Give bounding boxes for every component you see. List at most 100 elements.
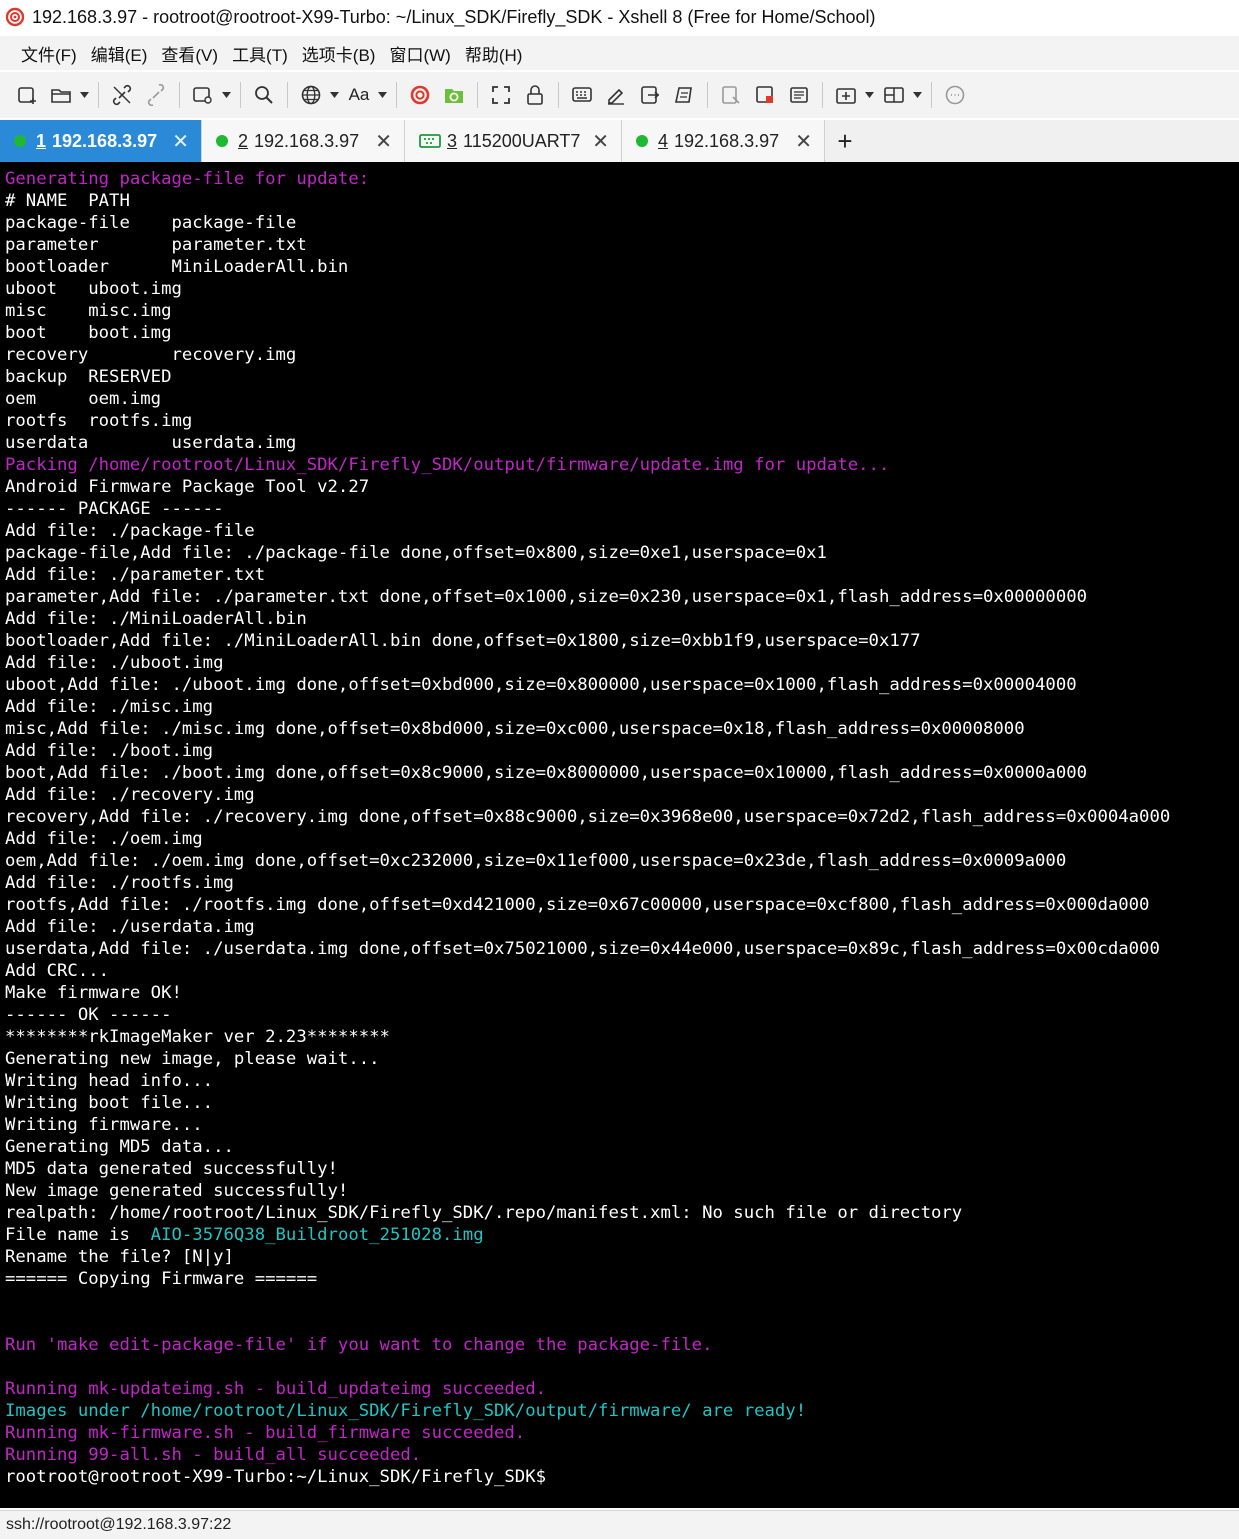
session-tab-4[interactable]: 4 192.168.3.97 ✕ [622,120,825,162]
terminal-text: oem oem.img [5,389,162,409]
tab-number: 1 [36,130,47,151]
terminal-text: rootfs rootfs.img [5,411,193,431]
layout-icon[interactable] [879,80,909,110]
terminal-line: Images under /home/rootroot/Linux_SDK/Fi… [5,1400,806,1422]
terminal-line: Add file: ./boot.img [5,740,213,762]
terminal-line: Packing /home/rootroot/Linux_SDK/Firefly… [5,454,889,476]
terminal-line: Add file: ./rootfs.img [5,872,234,894]
terminal-text: Generating MD5 data... [5,1137,234,1157]
close-icon[interactable]: ✕ [375,129,392,154]
terminal-line: recovery,Add file: ./recovery.img done,o… [5,806,1170,828]
terminal-text: New image generated successfully! [5,1181,349,1201]
menu-tools[interactable]: 工具(T) [225,41,295,66]
transfer-icon[interactable] [669,80,699,110]
terminal-line: ====== Copying Firmware ====== [5,1268,317,1290]
close-icon[interactable]: ✕ [592,129,609,154]
terminal-text: File name is [5,1225,151,1245]
add-tab-icon[interactable] [831,80,861,110]
close-icon[interactable]: ✕ [172,129,189,154]
terminal-text: Writing boot file... [5,1093,214,1113]
terminal-text: Running 99-all.sh - build_all succeeded. [5,1445,422,1465]
terminal-text: backup RESERVED [5,367,172,387]
terminal-line: ------ OK ------ [5,1004,171,1026]
xftp-icon[interactable] [439,80,469,110]
font-icon[interactable]: Aa [344,80,374,110]
screenshot-icon[interactable] [750,80,780,110]
terminal-text: Run 'make edit-package-file' if you want… [5,1335,713,1355]
terminal-line: New image generated successfully! [5,1180,348,1202]
new-tab-button[interactable]: + [825,120,865,162]
chevron-down-icon[interactable] [328,80,340,110]
terminal-text: misc misc.img [5,301,172,321]
terminal-output[interactable]: Generating package-file for update: # NAM… [0,162,1239,1508]
terminal-line: Add file: ./parameter.txt [5,564,265,586]
terminal-text: recovery recovery.img [5,345,297,365]
script-icon[interactable] [635,80,665,110]
chevron-down-icon[interactable] [863,80,875,110]
status-bar: ssh://rootroot@192.168.3.97:22 [0,1510,1239,1539]
terminal-line: recovery recovery.img [5,344,296,366]
chat-icon[interactable] [940,80,970,110]
terminal-text: Images under /home/rootroot/Linux_SDK/Fi… [5,1401,807,1421]
terminal-text: recovery,Add file: ./recovery.img done,o… [5,807,1171,827]
menu-help[interactable]: 帮助(H) [458,41,530,66]
copy-icon[interactable] [784,80,814,110]
keyboard-icon[interactable] [567,80,597,110]
toolbar-divider [98,82,99,108]
terminal-text: Add file: ./parameter.txt [5,565,266,585]
session-tab-bar: 1 192.168.3.97 ✕ 2 192.168.3.97 ✕ 3 1152… [0,120,1239,162]
terminal-text: rootfs,Add file: ./rootfs.img done,offse… [5,895,1150,915]
toolbar-divider [477,82,478,108]
search-icon[interactable] [249,80,279,110]
terminal-text: Generating new image, please wait... [5,1049,380,1069]
terminal-text: AIO-3576Q38_Buildroot_251028.img [150,1225,484,1245]
menu-tabs[interactable]: 选项卡(B) [295,41,383,66]
chevron-down-icon[interactable] [376,80,388,110]
menu-window[interactable]: 窗口(W) [382,41,457,66]
terminal-line: oem oem.img [5,388,161,410]
menu-bar: 文件(F) 编辑(E) 查看(V) 工具(T) 选项卡(B) 窗口(W) 帮助(… [0,36,1239,70]
chevron-down-icon[interactable] [220,80,232,110]
menu-edit[interactable]: 编辑(E) [84,41,155,66]
terminal-text: # NAME PATH [5,191,130,211]
new-session-icon[interactable] [12,80,42,110]
terminal-text: Add file: ./rootfs.img [5,873,234,893]
close-icon[interactable]: ✕ [795,129,812,154]
terminal-line: parameter,Add file: ./parameter.txt done… [5,586,1087,608]
open-folder-icon[interactable] [46,80,76,110]
reconnect-icon[interactable] [141,80,171,110]
session-tab-3[interactable]: 3 115200UART7 ✕ [405,120,622,162]
xshell-icon[interactable] [405,80,435,110]
terminal-line: uboot,Add file: ./uboot.img done,offset=… [5,674,1077,696]
terminal-text: Generating package-file for update: [5,169,370,189]
new-window-icon[interactable] [188,80,218,110]
terminal-text: rootroot@rootroot-X99-Turbo:~/Linux_SDK/… [5,1467,547,1487]
terminal-text: ====== Copying Firmware ====== [5,1269,318,1289]
connected-status-icon [14,135,26,147]
terminal-line: Run 'make edit-package-file' if you want… [5,1334,713,1356]
menu-view[interactable]: 查看(V) [154,41,225,66]
terminal-text: MD5 data generated successfully! [5,1159,338,1179]
menu-file[interactable]: 文件(F) [14,41,84,66]
chevron-down-icon[interactable] [911,80,923,110]
compose-icon[interactable] [601,80,631,110]
disconnect-icon[interactable] [107,80,137,110]
terminal-line: bootloader MiniLoaderAll.bin [5,256,348,278]
chevron-down-icon[interactable] [78,80,90,110]
connected-status-icon [636,135,648,147]
terminal-text: uboot uboot.img [5,279,182,299]
fullscreen-icon[interactable] [486,80,516,110]
terminal-line: package-file package-file [5,212,296,234]
terminal-text: Running mk-firmware.sh - build_firmware … [5,1423,526,1443]
terminal-text: Add file: ./package-file [5,521,255,541]
log-icon[interactable] [716,80,746,110]
globe-icon[interactable] [296,80,326,110]
terminal-line: Generating package-file for update: [5,168,369,190]
terminal-line: File name is AIO-3576Q38_Buildroot_25102… [5,1224,484,1246]
lock-icon[interactable] [520,80,550,110]
terminal-line: parameter parameter.txt [5,234,307,256]
terminal-line: Writing firmware... [5,1114,203,1136]
session-tab-1[interactable]: 1 192.168.3.97 ✕ [0,120,202,162]
tab-number: 4 [658,130,669,151]
session-tab-2[interactable]: 2 192.168.3.97 ✕ [202,120,405,162]
